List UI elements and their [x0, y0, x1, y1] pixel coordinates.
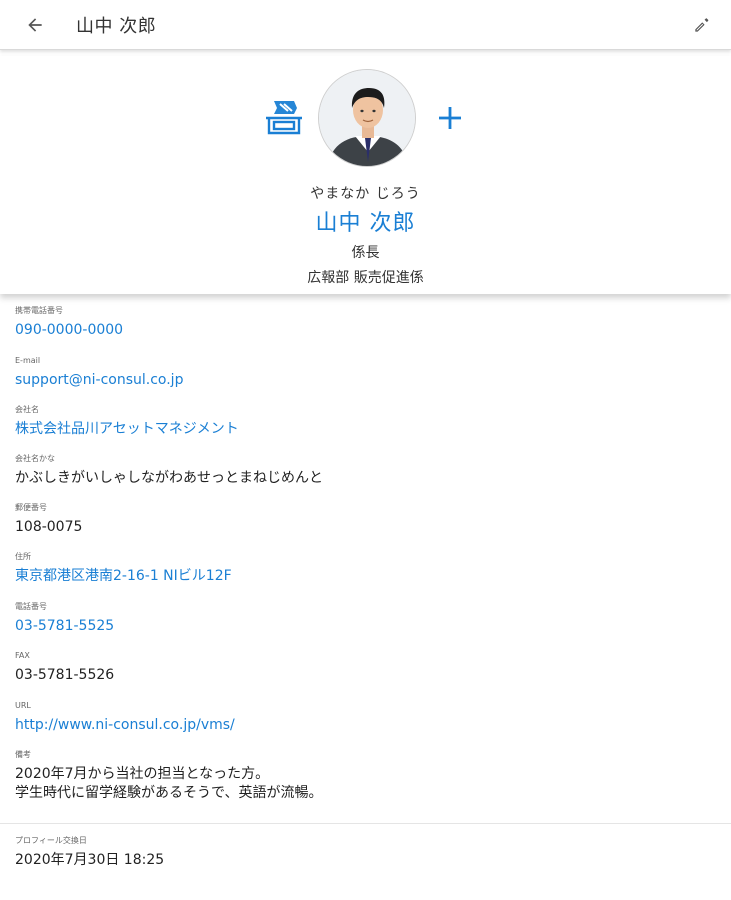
company-kana-value: かぶしきがいしゃしながわあせっとまねじめんと: [15, 470, 323, 486]
divider: [0, 823, 731, 824]
field-exchange-date: プロフィール交換日 2020年7月30日 18:25: [15, 835, 715, 870]
phone-link[interactable]: 03-5781-5525: [15, 617, 715, 636]
name-kana: やまなか じろう: [310, 186, 421, 202]
card-scan-icon: [266, 101, 302, 135]
edit-button[interactable]: [687, 10, 717, 40]
email-link[interactable]: support@ni-consul.co.jp: [15, 371, 715, 390]
field-label: URL: [15, 701, 31, 710]
profile-header: やまなか じろう 山中 次郎 係長 広報部 販売促進係: [0, 56, 731, 294]
arrow-back-icon: [28, 18, 42, 32]
field-postal-code: 郵便番号 108-0075: [15, 502, 715, 537]
company-link[interactable]: 株式会社品川アセットマネジメント: [15, 420, 715, 439]
field-label: プロフィール交換日: [15, 836, 87, 845]
field-mobile: 携帯電話番号 090-0000-0000: [15, 305, 715, 340]
field-company-kana: 会社名かな かぶしきがいしゃしながわあせっとまねじめんと: [15, 453, 715, 488]
scan-card-button[interactable]: [262, 96, 306, 140]
field-label: E-mail: [15, 356, 41, 365]
field-phone: 電話番号 03-5781-5525: [15, 601, 715, 636]
add-contact-button[interactable]: [430, 98, 470, 138]
back-button[interactable]: [20, 10, 50, 40]
field-label: 住所: [15, 552, 31, 561]
field-company: 会社名 株式会社品川アセットマネジメント: [15, 404, 715, 439]
notes-value: 2020年7月から当社の担当となった方。 学生時代に留学経験があるそうで、英語が…: [15, 766, 323, 801]
avatar: [318, 69, 416, 167]
field-url: URL http://www.ni-consul.co.jp/vms/: [15, 700, 715, 735]
field-label: FAX: [15, 651, 30, 660]
page-title: 山中 次郎: [76, 16, 157, 37]
field-label: 備考: [15, 750, 31, 759]
exchange-date-value: 2020年7月30日 18:25: [15, 852, 165, 868]
address-link[interactable]: 東京都港区港南2-16-1 NIビル12F: [15, 567, 715, 586]
job-title: 係長: [351, 245, 380, 261]
field-label: 電話番号: [15, 602, 47, 611]
field-label: 郵便番号: [15, 503, 47, 512]
postal-code-value: 108-0075: [15, 519, 83, 535]
mobile-phone-link[interactable]: 090-0000-0000: [15, 321, 715, 340]
field-label: 携帯電話番号: [15, 306, 63, 315]
pencil-icon: [695, 18, 709, 32]
field-fax: FAX 03-5781-5526: [15, 650, 715, 685]
field-address: 住所 東京都港区港南2-16-1 NIビル12F: [15, 551, 715, 586]
field-label: 会社名: [15, 405, 39, 414]
contact-name: 山中 次郎: [315, 211, 416, 236]
plus-icon: [439, 107, 461, 129]
department: 広報部 販売促進係: [307, 270, 424, 286]
fax-value: 03-5781-5526: [15, 667, 115, 683]
app-bar: 山中 次郎: [0, 0, 731, 50]
field-email: E-mail support@ni-consul.co.jp: [15, 355, 715, 390]
field-notes: 備考 2020年7月から当社の担当となった方。 学生時代に留学経験があるそうで、…: [15, 749, 715, 803]
person-photo: [319, 70, 415, 166]
url-link[interactable]: http://www.ni-consul.co.jp/vms/: [15, 716, 715, 735]
field-label: 会社名かな: [15, 454, 55, 463]
